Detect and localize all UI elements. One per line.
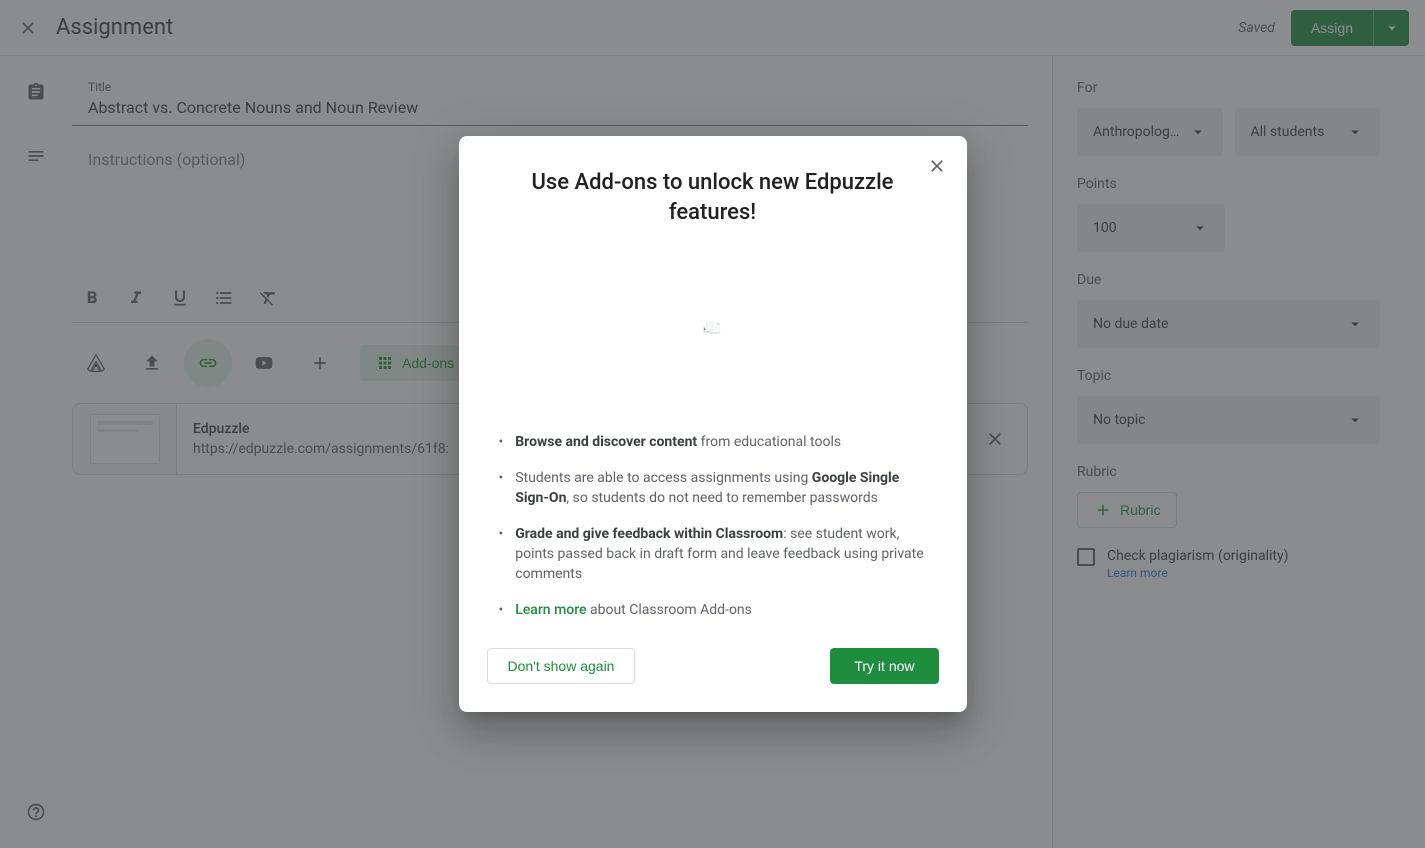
modal-overlay: Use Add-ons to unlock new Edpuzzle featu… xyxy=(0,0,1425,848)
addons-modal: Use Add-ons to unlock new Edpuzzle featu… xyxy=(459,136,967,712)
close-icon xyxy=(927,156,947,176)
bullet4-post: about Classroom Add-ons xyxy=(587,602,752,618)
bullet1-rest: from educational tools xyxy=(697,434,841,450)
modal-illustration xyxy=(577,248,849,408)
bullet1-strong: Browse and discover content xyxy=(515,434,697,450)
bullet2-post: , so students do not need to remember pa… xyxy=(566,490,877,506)
modal-bullets: •Browse and discover content from educat… xyxy=(487,432,939,620)
dont-show-again-button[interactable]: Don't show again xyxy=(487,648,636,684)
bullet2-pre: Students are able to access assignments … xyxy=(515,470,812,486)
modal-learn-more-link[interactable]: Learn more xyxy=(515,602,586,618)
modal-title: Use Add-ons to unlock new Edpuzzle featu… xyxy=(527,168,899,228)
bullet3-strong: Grade and give feedback within Classroom xyxy=(515,526,783,542)
modal-close-button[interactable] xyxy=(925,154,949,178)
try-it-now-button[interactable]: Try it now xyxy=(830,648,938,684)
